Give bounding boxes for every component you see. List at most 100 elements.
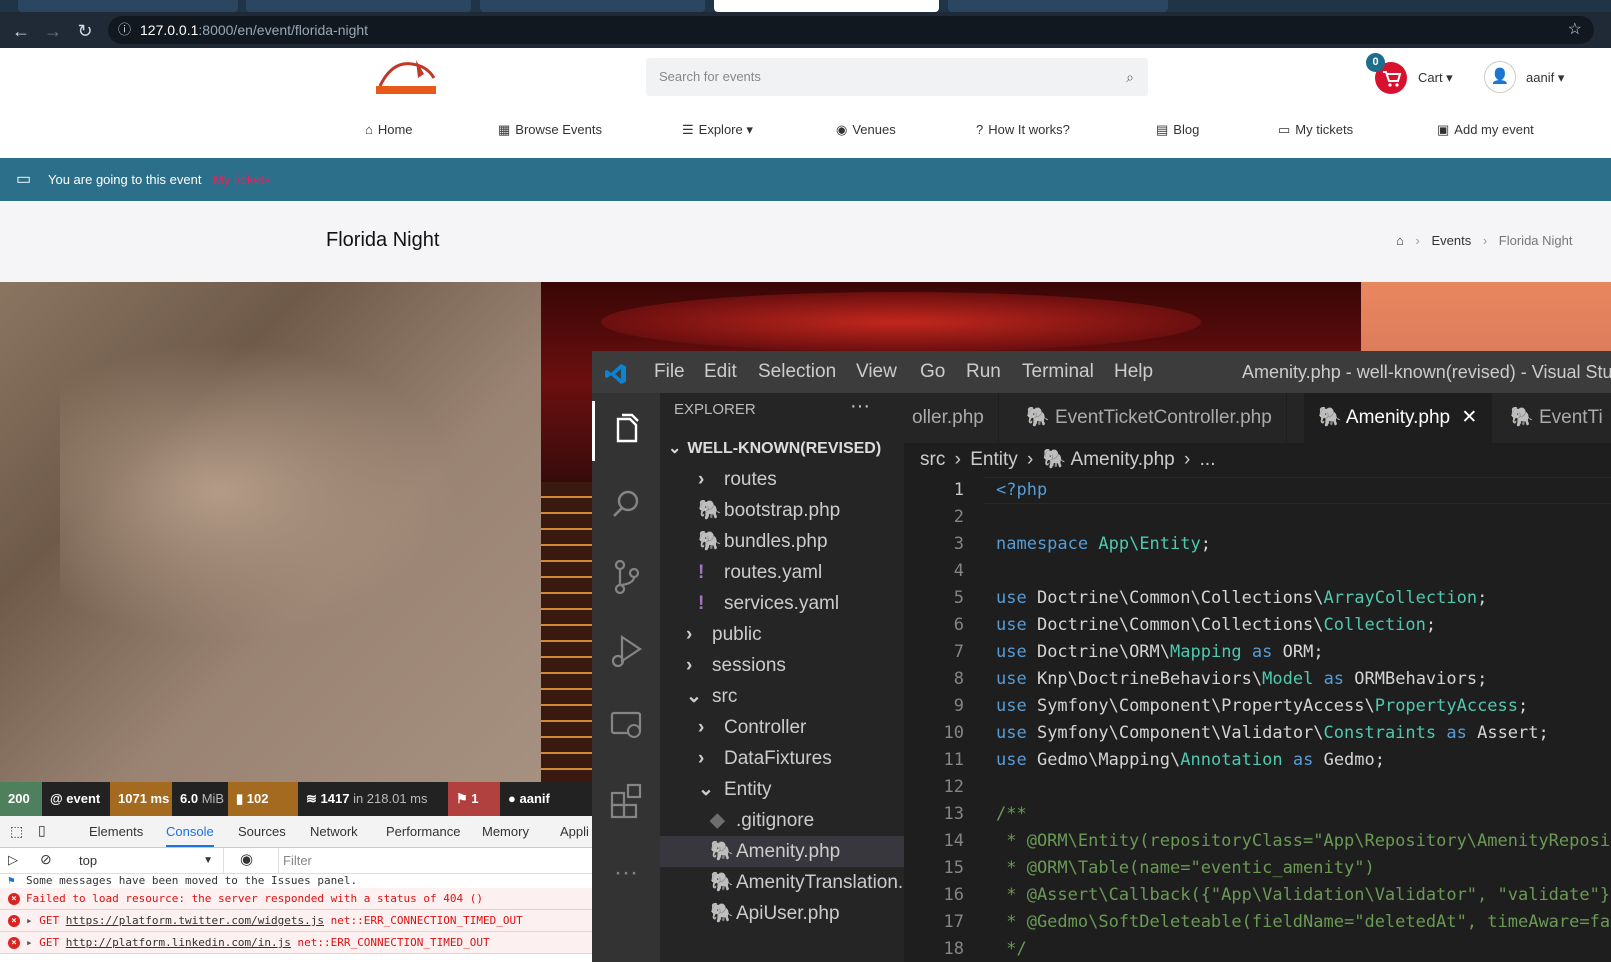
breadcrumb-events[interactable]: Events (1431, 233, 1471, 248)
tree-file[interactable]: 🐘 AmenityTranslation... (660, 867, 904, 898)
tree-file[interactable]: 🐘 bundles.php (660, 526, 904, 557)
browser-tab[interactable] (480, 0, 705, 12)
menu-view[interactable]: View (856, 351, 897, 393)
code-editor[interactable]: <?php namespace App\Entity; use Doctrine… (984, 477, 1611, 962)
nav-add-my-event[interactable]: ▣ Add my event (1437, 122, 1534, 138)
tree-folder[interactable]: › routes (660, 464, 904, 495)
menu-run[interactable]: Run (966, 351, 1001, 393)
browser-tab-active[interactable] (714, 0, 939, 12)
menu-terminal[interactable]: Terminal (1022, 351, 1094, 393)
nav-blog[interactable]: ▤ Blog (1156, 122, 1199, 138)
tree-folder[interactable]: › sessions (660, 650, 904, 681)
context-select[interactable]: top ▼ (68, 848, 224, 873)
close-icon[interactable]: ✕ (1461, 407, 1477, 428)
menu-selection[interactable]: Selection (758, 351, 836, 393)
editor-tab[interactable]: 🐘 EventTicketController.php (1012, 393, 1287, 443)
cart-link[interactable]: Cart ▾ (1418, 70, 1453, 86)
search-icon[interactable]: ⌕ (1126, 58, 1134, 96)
expand-icon[interactable]: ▸ (26, 936, 33, 949)
menu-go[interactable]: Go (920, 351, 945, 393)
route-name[interactable]: @ event (42, 782, 110, 816)
browser-tab[interactable] (246, 0, 471, 12)
devtools-tab-application[interactable]: Appli (560, 824, 589, 839)
address-bar[interactable]: ⓘ 127.0.0.1:8000/en/event/florida-night … (108, 16, 1594, 44)
tree-folder[interactable]: ⌄ src (660, 681, 904, 712)
editor-tab[interactable]: oller.php (898, 393, 999, 443)
browser-toolbar: ← → ↻ ⓘ 127.0.0.1:8000/en/event/florida-… (0, 12, 1611, 48)
site-logo[interactable] (372, 56, 442, 98)
tree-file[interactable]: 🐘 bootstrap.php (660, 495, 904, 526)
search-icon[interactable] (604, 483, 648, 527)
nav-label: My tickets (1295, 122, 1354, 137)
devtools-tab-performance[interactable]: Performance (386, 824, 460, 839)
nav-home[interactable]: ⌂ Home (365, 122, 413, 137)
security-user[interactable]: ● aanif (500, 782, 580, 816)
menu-help[interactable]: Help (1114, 351, 1153, 393)
nav-browse-events[interactable]: ▦ Browse Events (498, 122, 602, 138)
tree-folder[interactable]: › DataFixtures (660, 743, 904, 774)
tree-folder[interactable]: › Controller (660, 712, 904, 743)
cache-indicator[interactable]: ≋ 1417 in 218.01 ms (298, 782, 448, 816)
console-message-error[interactable]: × ▸ GET https://platform.twitter.com/wid… (0, 910, 592, 932)
tree-file[interactable]: 🐘 ApiUser.php (660, 898, 904, 929)
nav-how-it-works[interactable]: ? How It works? (976, 122, 1070, 137)
eye-icon[interactable]: ◉ (240, 850, 253, 868)
my-tickets-link[interactable]: My tickets (213, 158, 271, 201)
nav-my-tickets[interactable]: ▭ My tickets (1278, 122, 1353, 138)
logs-indicator[interactable]: ▮ 102 (228, 782, 298, 816)
message-url[interactable]: http://platform.linkedin.com/in.js (66, 936, 291, 949)
explorer-more-icon[interactable]: ··· (850, 395, 870, 418)
source-control-icon[interactable] (604, 555, 648, 599)
nav-venues[interactable]: ◉ Venues (836, 122, 896, 138)
status-code[interactable]: 200 (0, 782, 42, 816)
forward-icon[interactable]: → (42, 20, 64, 42)
devtools-tab-network[interactable]: Network (310, 824, 358, 839)
translation-indicator[interactable]: ⚑ 1 (448, 782, 500, 816)
more-icon[interactable]: ··· (604, 861, 648, 907)
breadcrumb-entity[interactable]: Entity (970, 449, 1018, 470)
memory-usage[interactable]: 6.0 MiB (172, 782, 228, 816)
console-message-error[interactable]: × ▸ GET http://platform.linkedin.com/in.… (0, 932, 592, 954)
browser-tab[interactable] (948, 0, 1168, 12)
tree-file[interactable]: ! routes.yaml (660, 557, 904, 588)
console-filter-input[interactable]: Filter (278, 848, 592, 873)
device-toolbar-icon[interactable]: ▯ (38, 822, 46, 839)
workspace-root-folder[interactable]: ⌄ WELL-KNOWN(REVISED) (660, 433, 904, 464)
sidebar-toggle-icon[interactable]: ▷ (8, 852, 18, 868)
info-icon[interactable]: ⓘ (118, 16, 131, 44)
remote-explorer-icon[interactable] (604, 703, 648, 747)
user-avatar-icon[interactable]: 👤 (1484, 61, 1516, 93)
explorer-icon[interactable] (604, 407, 648, 451)
request-time[interactable]: 1071 ms (110, 782, 172, 816)
message-url[interactable]: https://platform.twitter.com/widgets.js (66, 914, 324, 927)
editor-tab[interactable]: 🐘 EventTi (1496, 393, 1611, 443)
devtools-tab-console[interactable]: Console (166, 824, 214, 847)
inspect-icon[interactable]: ⬚ (10, 823, 23, 840)
back-icon[interactable]: ← (10, 20, 32, 42)
extensions-icon[interactable] (604, 777, 648, 821)
clear-console-icon[interactable]: ⊘ (40, 851, 52, 868)
tree-file[interactable]: ! services.yaml (660, 588, 904, 619)
home-icon[interactable]: ⌂ (1396, 233, 1404, 248)
devtools-tab-memory[interactable]: Memory (482, 824, 529, 839)
star-icon[interactable]: ☆ (1568, 16, 1582, 44)
run-debug-icon[interactable] (604, 629, 648, 673)
tree-folder[interactable]: › public (660, 619, 904, 650)
tree-file[interactable]: ◆ .gitignore (660, 805, 904, 836)
search-input[interactable]: Search for events ⌕ (646, 58, 1148, 96)
breadcrumb-file[interactable]: Amenity.php (1071, 449, 1175, 470)
browser-tab[interactable] (18, 0, 238, 12)
devtools-tab-sources[interactable]: Sources (238, 824, 286, 839)
expand-icon[interactable]: ▸ (26, 914, 33, 927)
reload-icon[interactable]: ↻ (74, 20, 96, 42)
devtools-tab-elements[interactable]: Elements (89, 824, 143, 839)
tree-file[interactable]: 🐘 Amenity.php (660, 836, 904, 867)
editor-tab-active[interactable]: 🐘 Amenity.php ✕ (1304, 393, 1493, 443)
menu-edit[interactable]: Edit (704, 351, 737, 393)
tree-folder[interactable]: ⌄ Entity (660, 774, 904, 805)
breadcrumb-src[interactable]: src (920, 449, 945, 470)
breadcrumb-symbol[interactable]: ... (1200, 449, 1216, 470)
nav-explore[interactable]: ☰ Explore ▾ (682, 122, 753, 138)
menu-file[interactable]: File (654, 351, 685, 393)
user-menu[interactable]: aanif ▾ (1526, 70, 1564, 86)
